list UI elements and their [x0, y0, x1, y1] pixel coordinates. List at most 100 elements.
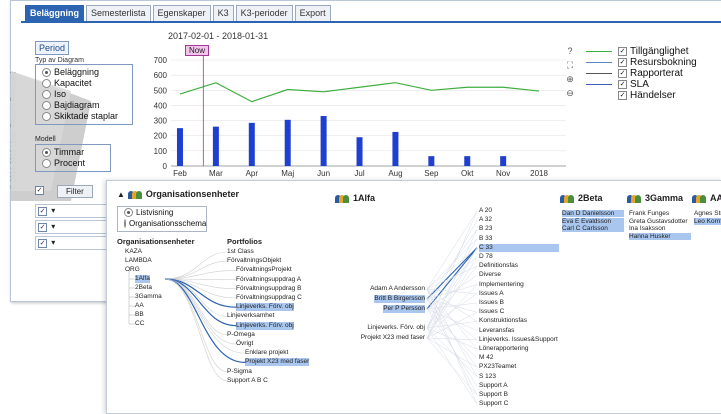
alfa-activity[interactable]: Linjeverks. Issues&Support	[479, 336, 558, 344]
alfa-activity[interactable]: B 33	[479, 235, 492, 243]
portfolio-item[interactable]: P-Omega	[227, 331, 255, 339]
legend-item-0[interactable]: ✓ Tillgänglighet	[586, 46, 697, 57]
alfa-activity[interactable]: Support B	[479, 391, 508, 399]
legend-checkbox[interactable]: ✓	[618, 69, 627, 78]
org-unit-CC[interactable]: CC	[135, 320, 144, 328]
team-member[interactable]: Hanna Husker	[629, 232, 691, 240]
zoom-in-icon[interactable]: ⊕	[565, 74, 575, 84]
org-unit-AA[interactable]: AA	[135, 302, 144, 310]
alfa-person[interactable]: Per P Persson	[383, 305, 425, 313]
tab-4[interactable]: K3-perioder	[235, 5, 293, 21]
diagram-option-2[interactable]: Iso	[42, 89, 132, 100]
alfa-activity[interactable]: B 23	[479, 225, 492, 233]
legend-checkbox[interactable]: ✓	[618, 58, 627, 67]
portfolio-item[interactable]: FörvaltningsProjekt	[236, 266, 292, 274]
alfa-person[interactable]: Linjeverks. Förv. obj	[367, 324, 425, 332]
portfolio-item[interactable]: Enklare projekt	[245, 349, 288, 357]
org-unit-2Beta[interactable]: 2Beta	[135, 284, 152, 292]
tab-5[interactable]: Export	[294, 5, 331, 21]
diagram-option-3[interactable]: Bajdiagram	[42, 100, 132, 111]
legend-item-1[interactable]: ✓ Resursbokning	[586, 57, 697, 68]
legend-item-2[interactable]: ✓ Rapporterat	[586, 68, 697, 79]
team-member[interactable]: Eva E Evaldsson	[562, 217, 624, 225]
alfa-activity[interactable]: Support C	[479, 400, 508, 408]
portfolio-item[interactable]: FörvaltningsObjekt	[227, 257, 281, 265]
org-unit-1Alfa[interactable]: 1Alfa	[135, 275, 150, 283]
org-unit-ORG[interactable]: ORG	[125, 266, 140, 274]
alfa-activity[interactable]: A 32	[479, 216, 492, 224]
alfa-activity[interactable]: Issues C	[479, 308, 504, 316]
portfolio-item[interactable]: Förvaltningsuppdrag A	[236, 276, 301, 284]
legend-item-3[interactable]: ✓ SLA	[586, 79, 697, 90]
portfolio-item[interactable]: Linjeverks. Förv. obj	[236, 321, 294, 330]
org-unit-LAMBDA[interactable]: LAMBDA	[125, 257, 152, 265]
alfa-activity[interactable]: Issues A	[479, 290, 504, 298]
portfolio-item[interactable]: Support A B C	[227, 377, 268, 385]
radio-icon[interactable]	[42, 68, 51, 77]
alfa-activity[interactable]: Implementering	[479, 281, 524, 289]
alfa-activity[interactable]: Konstruktionsfas	[479, 317, 527, 325]
model-option-1[interactable]: Procent	[42, 158, 110, 169]
portfolio-item[interactable]: Linjeverksamhet	[227, 312, 274, 320]
team-member[interactable]: Greta Gustavsdotter	[629, 218, 691, 225]
diagram-option-4[interactable]: Skiktade staplar	[42, 111, 132, 122]
team-member[interactable]: Dan D Danielsson	[562, 210, 624, 217]
radio-icon[interactable]	[42, 148, 51, 157]
portfolio-item[interactable]: Förvaltningsuppdrag B	[236, 285, 301, 293]
alfa-person[interactable]: Britt B Birgersson	[374, 295, 425, 303]
alfa-activity[interactable]: A 20	[479, 207, 492, 215]
option-label: Kapacitet	[54, 78, 92, 88]
portfolio-item[interactable]: P-Sigma	[227, 368, 252, 376]
alfa-person[interactable]: Projekt X23 med faser	[361, 334, 425, 342]
portfolio-item[interactable]: Projekt X23 med faser	[245, 358, 310, 367]
tab-bar: Beläggning Semesterlista Egenskaper K3 K3-pe…	[25, 5, 333, 21]
radio-icon[interactable]	[42, 79, 51, 88]
portfolio-item[interactable]: 1st Class	[227, 248, 254, 256]
legend-checkbox[interactable]: ✓	[618, 80, 627, 89]
org-unit-KAZA[interactable]: KAZA	[125, 248, 142, 256]
booking-chart: 0 100 200 300 400 500 600 700 Feb Mar Apr Maj Jun Jul…	[154, 56, 566, 178]
alfa-activity[interactable]: S 123	[479, 373, 496, 381]
tab-2[interactable]: Egenskaper	[152, 5, 211, 21]
org-unit-3Gamma[interactable]: 3Gamma	[135, 293, 162, 301]
radio-icon[interactable]	[42, 159, 51, 168]
team-member[interactable]: Agnes Strug	[694, 210, 721, 217]
alfa-activity[interactable]: Support A	[479, 382, 508, 390]
alfa-activity[interactable]: C 33	[479, 243, 559, 252]
team-member[interactable]: Carl C Carlsson	[562, 225, 624, 232]
legend-checkbox[interactable]: ✓	[618, 91, 627, 100]
filter-checkbox[interactable]: ✓	[35, 184, 44, 195]
team-member[interactable]: Frank Funges	[629, 210, 691, 217]
radio-icon[interactable]	[42, 101, 51, 110]
alfa-activity[interactable]: Issues B	[479, 299, 504, 307]
zoom-out-icon[interactable]: ⊖	[565, 88, 575, 98]
tab-3[interactable]: K3	[212, 5, 234, 21]
tab-0[interactable]: Beläggning	[25, 5, 84, 21]
period-button[interactable]: Period	[35, 41, 70, 55]
alfa-activity[interactable]: M 42	[479, 354, 493, 362]
alfa-activity[interactable]: Lönerapportering	[479, 345, 529, 353]
help-icon[interactable]: ?	[565, 46, 575, 56]
diagram-option-1[interactable]: Kapacitet	[42, 78, 132, 89]
alfa-person[interactable]: Adam A Andersson	[370, 285, 425, 293]
portfolio-item[interactable]: Linjeverks. Förv. obj	[236, 303, 294, 312]
team-member[interactable]: Leo Kornfe	[694, 217, 721, 225]
legend-item-4[interactable]: ✓ Händelser	[586, 90, 697, 101]
alfa-activity[interactable]: Definitionsfas	[479, 262, 518, 270]
alfa-activity[interactable]: Leveransfas	[479, 327, 514, 335]
radio-icon[interactable]	[42, 90, 51, 99]
radio-icon[interactable]	[42, 112, 51, 121]
diagram-option-0[interactable]: Beläggning	[42, 67, 132, 78]
filter-button[interactable]: Filter	[57, 185, 93, 198]
legend-checkbox[interactable]: ✓	[618, 47, 627, 56]
portfolio-item[interactable]: Förvaltningsuppdrag C	[236, 294, 302, 302]
alfa-activity[interactable]: D 78	[479, 253, 493, 261]
model-option-0[interactable]: Timmar	[42, 147, 110, 158]
fullscreen-icon[interactable]: ⛶	[565, 60, 575, 70]
tab-1[interactable]: Semesterlista	[86, 5, 151, 21]
team-member[interactable]: Ina Isaksson	[629, 225, 691, 232]
portfolio-item[interactable]: Övrigt	[236, 340, 253, 348]
alfa-activity[interactable]: Diverse	[479, 271, 501, 279]
org-unit-BB[interactable]: BB	[135, 311, 144, 319]
alfa-activity[interactable]: PX23Teamet	[479, 363, 516, 371]
